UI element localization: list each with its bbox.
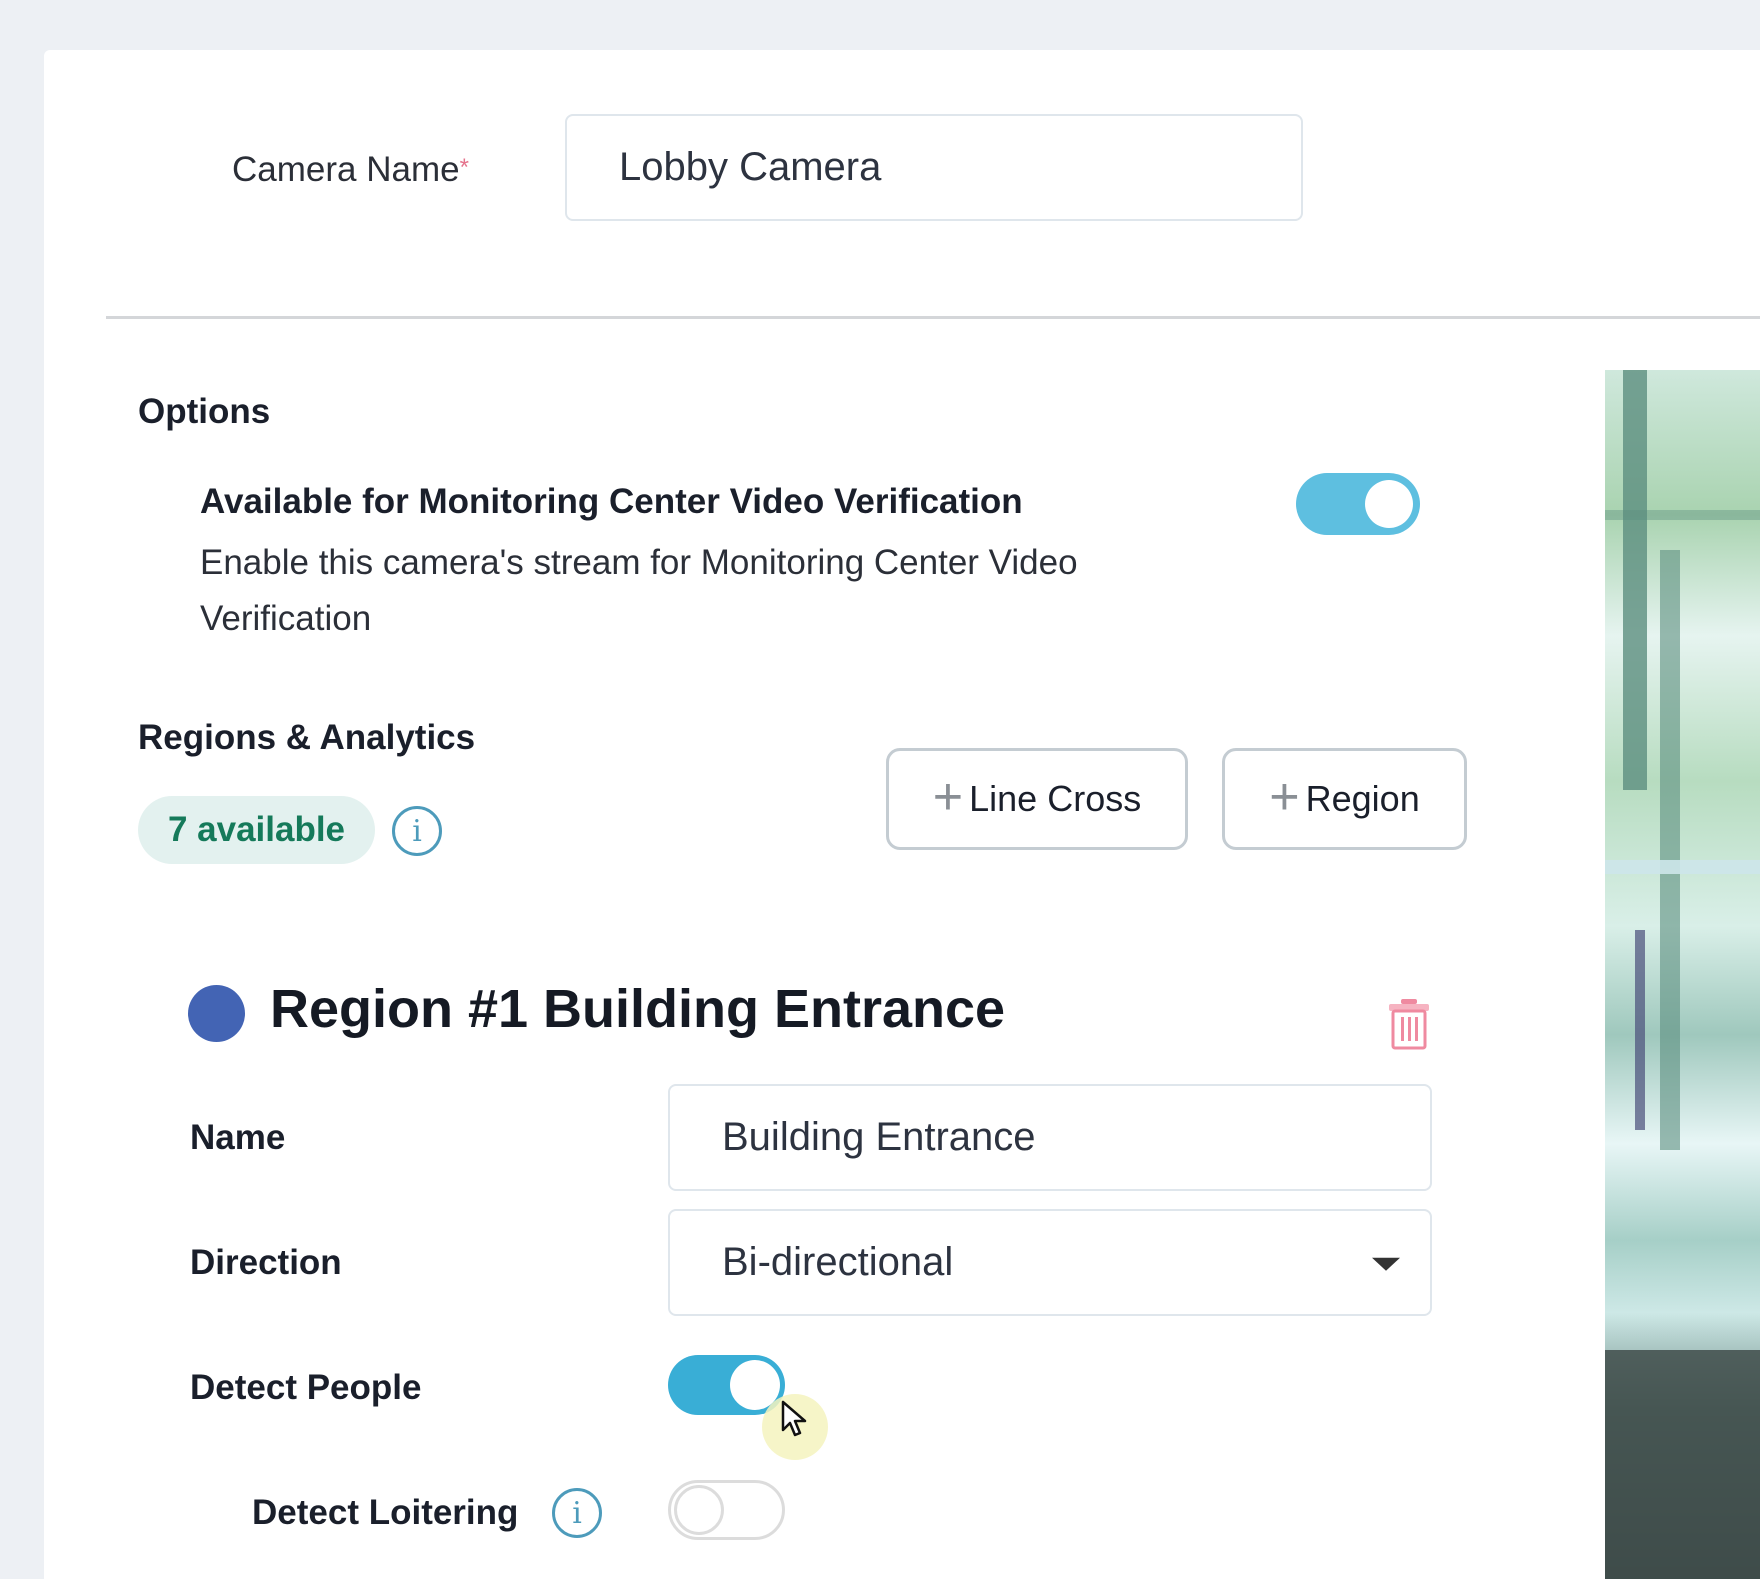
- window-frame: [1605, 860, 1760, 874]
- window-frame: [1635, 930, 1645, 1130]
- region-name-value: Building Entrance: [722, 1115, 1036, 1159]
- window-frame: [1623, 370, 1647, 790]
- monitoring-toggle[interactable]: [1296, 473, 1420, 535]
- mouse-cursor-icon: [781, 1400, 807, 1437]
- required-marker: *: [459, 154, 469, 181]
- camera-preview-image: [1605, 370, 1760, 1579]
- region-name-input[interactable]: Building Entrance: [668, 1084, 1432, 1191]
- add-line-cross-button[interactable]: + Line Cross: [886, 748, 1188, 850]
- add-line-cross-label: Line Cross: [969, 778, 1142, 819]
- camera-name-value: Lobby Camera: [619, 145, 882, 189]
- direction-label: Direction: [190, 1243, 342, 1282]
- loitering-info-icon[interactable]: i: [552, 1488, 602, 1538]
- direction-select[interactable]: Bi-directional: [668, 1209, 1432, 1316]
- floor-shadow: [1605, 1350, 1760, 1579]
- plus-icon: +: [932, 768, 964, 826]
- detect-loitering-label: Detect Loitering: [252, 1493, 519, 1532]
- info-glyph: i: [572, 1495, 582, 1531]
- detect-loitering-toggle[interactable]: [668, 1480, 785, 1540]
- direction-value: Bi-directional: [722, 1240, 954, 1284]
- camera-name-label: Camera Name*: [232, 150, 469, 189]
- toggle-knob: [1365, 480, 1413, 528]
- add-region-label: Region: [1305, 778, 1420, 819]
- available-count-badge: 7 available: [138, 796, 375, 864]
- region-color-dot: [188, 985, 245, 1042]
- detect-people-label: Detect People: [190, 1368, 422, 1407]
- window-frame: [1660, 550, 1680, 1150]
- window-frame: [1605, 510, 1760, 520]
- options-heading: Options: [138, 392, 271, 431]
- region-title: Region #1 Building Entrance: [270, 979, 1006, 1039]
- chevron-down-icon: [1372, 1257, 1400, 1271]
- plus-icon: +: [1269, 768, 1300, 826]
- info-icon[interactable]: i: [392, 806, 442, 856]
- camera-name-input[interactable]: Lobby Camera: [565, 114, 1303, 221]
- monitoring-option-description: Enable this camera's stream for Monitori…: [200, 543, 1078, 638]
- section-divider: [106, 316, 1760, 319]
- region-name-label: Name: [190, 1118, 286, 1157]
- regions-analytics-heading: Regions & Analytics: [138, 718, 476, 757]
- add-region-button[interactable]: + Region: [1222, 748, 1467, 850]
- trash-icon[interactable]: [1386, 998, 1432, 1050]
- detect-people-toggle[interactable]: [668, 1355, 785, 1415]
- toggle-knob: [674, 1485, 724, 1535]
- info-glyph: i: [412, 813, 422, 849]
- monitoring-option-title: Available for Monitoring Center Video Ve…: [200, 482, 1023, 521]
